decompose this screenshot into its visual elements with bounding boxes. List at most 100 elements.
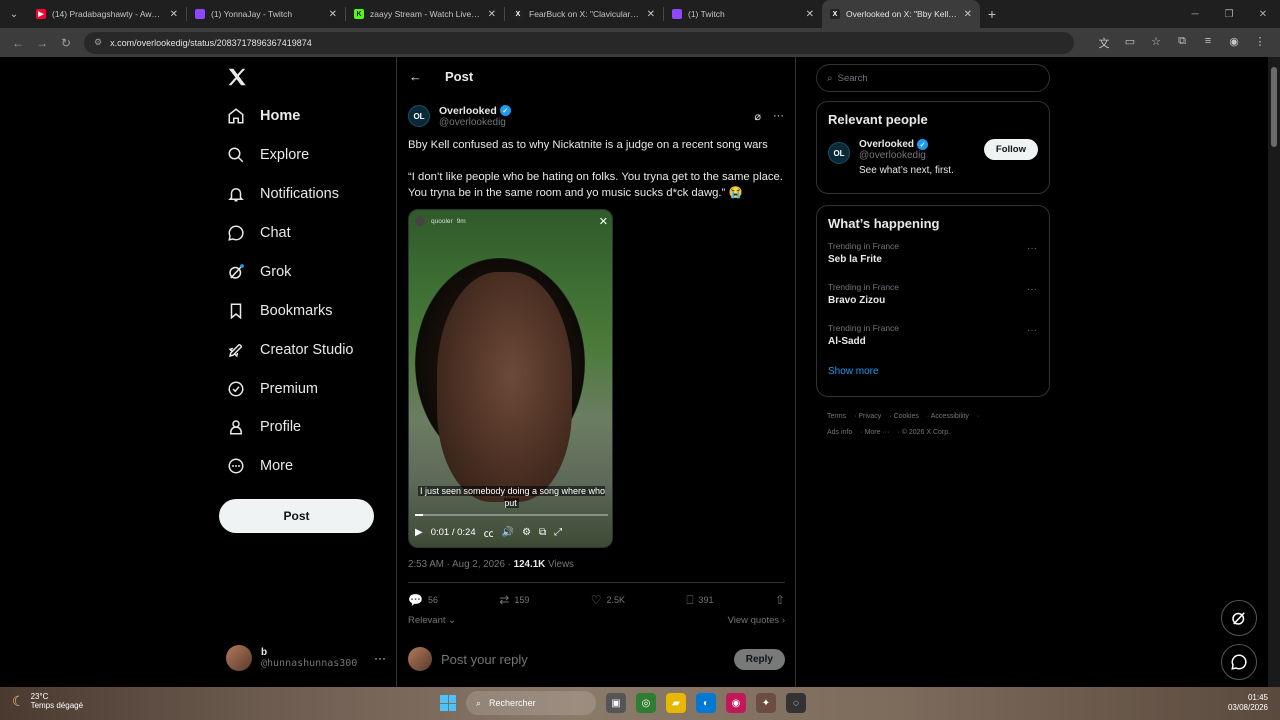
tab-close-icon[interactable]: ✕ [170, 9, 178, 20]
translate-icon[interactable]: 文 [1096, 35, 1112, 51]
nav-profile[interactable]: Profile [226, 412, 301, 442]
taskbar-search[interactable]: ⌕ Rechercher [466, 691, 596, 715]
footer-link[interactable]: Terms [827, 413, 846, 420]
page-scrollbar[interactable] [1268, 57, 1280, 687]
footer-link[interactable]: Privacy [858, 413, 881, 420]
author-name[interactable]: Overlooked [439, 105, 497, 117]
search-input[interactable]: ⌕ Search [816, 64, 1050, 92]
nav-premium[interactable]: Premium [226, 374, 318, 404]
footer-link[interactable]: More ··· [865, 429, 890, 436]
play-icon[interactable]: ▶ [415, 527, 423, 538]
reply-input[interactable]: Post your reply [441, 652, 528, 667]
weather-widget[interactable]: ☾ 23°C Temps dégagé [12, 692, 83, 710]
close-window-icon[interactable]: ✕ [1246, 0, 1280, 28]
tab-close-icon[interactable]: ✕ [964, 9, 972, 20]
tab-close-icon[interactable]: ✕ [806, 9, 814, 20]
scrollbar-thumb[interactable] [1271, 67, 1277, 147]
system-clock[interactable]: 01:45 03/08/2026 [1228, 693, 1268, 713]
reply-sort-dropdown[interactable]: Relevant ⌄ [408, 615, 456, 626]
x-logo-icon[interactable] [226, 66, 248, 88]
grok-icon[interactable]: ⌀ [754, 110, 761, 123]
profile-icon[interactable]: ◉ [1226, 35, 1242, 51]
like-button[interactable]: ♡ 2.5K [591, 593, 625, 607]
more-horizontal-icon[interactable]: ··· [1027, 243, 1037, 254]
extensions-icon[interactable]: ⧉ [1174, 35, 1190, 51]
reply-submit-button[interactable]: Reply [733, 648, 785, 670]
tab-search-button[interactable]: ⌄ [0, 0, 28, 28]
nav-chat[interactable]: Chat [226, 218, 291, 248]
chrome-icon[interactable]: ◎ [636, 693, 656, 713]
video-progress-bar[interactable] [415, 514, 608, 516]
grok-fab[interactable] [1221, 600, 1257, 636]
view-quotes-link[interactable]: View quotes › [728, 615, 785, 626]
more-horizontal-icon[interactable]: ··· [374, 651, 386, 665]
captions-icon[interactable]: ㏄ [484, 525, 494, 540]
post-timestamp[interactable]: 2:53 AM · Aug 2, 2026 · [408, 559, 514, 570]
cast-icon[interactable]: ▭ [1122, 35, 1138, 51]
app-icon[interactable]: ◉ [726, 693, 746, 713]
nav-notifications[interactable]: Notifications [226, 179, 339, 209]
video-player[interactable]: quooler 9m ✕ I just seen somebody doing … [408, 209, 613, 548]
menu-icon[interactable]: ⋮ [1252, 35, 1268, 51]
account-switcher[interactable]: b @hunnashunnas300 ··· [226, 643, 386, 673]
nav-grok[interactable]: Grok [226, 257, 291, 287]
browser-tab[interactable]: K zaayy Stream - Watch Live on K ✕ [346, 0, 504, 28]
share-button[interactable]: ⇧ [775, 593, 785, 607]
edge-icon[interactable]: ◐ [696, 693, 716, 713]
author-handle[interactable]: @overlookedig [439, 117, 511, 128]
site-info-icon[interactable]: ⚙ [94, 37, 102, 48]
person-name[interactable]: Overlooked [859, 139, 914, 150]
show-more-link[interactable]: Show more [817, 360, 1049, 377]
minimize-icon[interactable]: ─ [1178, 0, 1212, 28]
relevant-person[interactable]: OL Overlooked ✓ @overlookedig See what’s … [817, 127, 1049, 176]
tab-close-icon[interactable]: ✕ [329, 9, 337, 20]
post-button[interactable]: Post [219, 499, 374, 533]
fullscreen-icon[interactable]: ⤢ [554, 527, 562, 538]
file-explorer-icon[interactable]: ▰ [666, 693, 686, 713]
bookmark-star-icon[interactable]: ☆ [1148, 35, 1164, 51]
browser-tab[interactable]: (1) YonnaJay - Twitch ✕ [187, 0, 345, 28]
nav-more[interactable]: More [226, 451, 293, 481]
browser-tab[interactable]: ▶ (14) Pradabagshawty - Awhile ( ✕ [28, 0, 186, 28]
more-horizontal-icon[interactable]: ··· [1027, 325, 1037, 336]
media-icon[interactable]: ≡ [1200, 35, 1216, 51]
trend-item[interactable]: Trending in France Bravo Zizou ··· [817, 278, 1049, 319]
more-horizontal-icon[interactable]: ··· [1027, 284, 1037, 295]
nav-creator-studio[interactable]: Creator Studio [226, 335, 354, 365]
forward-icon[interactable]: → [30, 31, 54, 55]
tab-close-icon[interactable]: ✕ [488, 9, 496, 20]
browser-tab[interactable]: X FearBuck on X: "Clavicular met ✕ [505, 0, 663, 28]
volume-icon[interactable]: 🔊 [502, 527, 514, 538]
back-arrow-icon[interactable]: ← [409, 69, 433, 84]
footer-link[interactable]: Cookies [894, 413, 919, 420]
chat-fab[interactable] [1221, 644, 1257, 680]
nav-home[interactable]: Home [226, 101, 300, 131]
bookmark-button[interactable]: ⎕ 391 [686, 593, 713, 608]
tab-close-icon[interactable]: ✕ [647, 9, 655, 20]
url-bar[interactable]: ⚙ x.com/overlookedig/status/208371789636… [84, 31, 1074, 54]
repost-button[interactable]: ⇄ 159 [499, 593, 529, 607]
app-icon[interactable]: ◌ [786, 693, 806, 713]
reply-button[interactable]: 💬 56 [408, 593, 438, 607]
trend-item[interactable]: Trending in France Seb la Frite ··· [817, 237, 1049, 278]
person-avatar[interactable]: OL [828, 142, 850, 164]
task-view-icon[interactable]: ▣ [606, 693, 626, 713]
follow-button[interactable]: Follow [983, 139, 1038, 160]
nav-explore[interactable]: Explore [226, 140, 309, 170]
footer-link[interactable]: Ads info [827, 429, 852, 436]
reload-icon[interactable]: ↻ [54, 31, 78, 55]
pip-icon[interactable]: ⧉ [539, 527, 546, 538]
browser-tab[interactable]: (1) Twitch ✕ [664, 0, 822, 28]
more-horizontal-icon[interactable]: ··· [773, 110, 784, 122]
nav-bookmarks[interactable]: Bookmarks [226, 296, 333, 326]
settings-icon[interactable]: ⚙ [522, 527, 531, 538]
browser-tab-active[interactable]: X Overlooked on X: "Bby Kell conf ✕ [822, 0, 980, 28]
start-icon[interactable] [440, 695, 456, 711]
back-icon[interactable]: ← [6, 31, 30, 55]
new-tab-button[interactable]: + [980, 0, 1004, 28]
trend-item[interactable]: Trending in France Al-Sadd ··· [817, 319, 1049, 360]
author-avatar[interactable]: OL [408, 105, 430, 127]
footer-link[interactable]: Accessibility [931, 413, 969, 420]
restore-icon[interactable]: ❐ [1212, 0, 1246, 28]
app-icon[interactable]: ✦ [756, 693, 776, 713]
